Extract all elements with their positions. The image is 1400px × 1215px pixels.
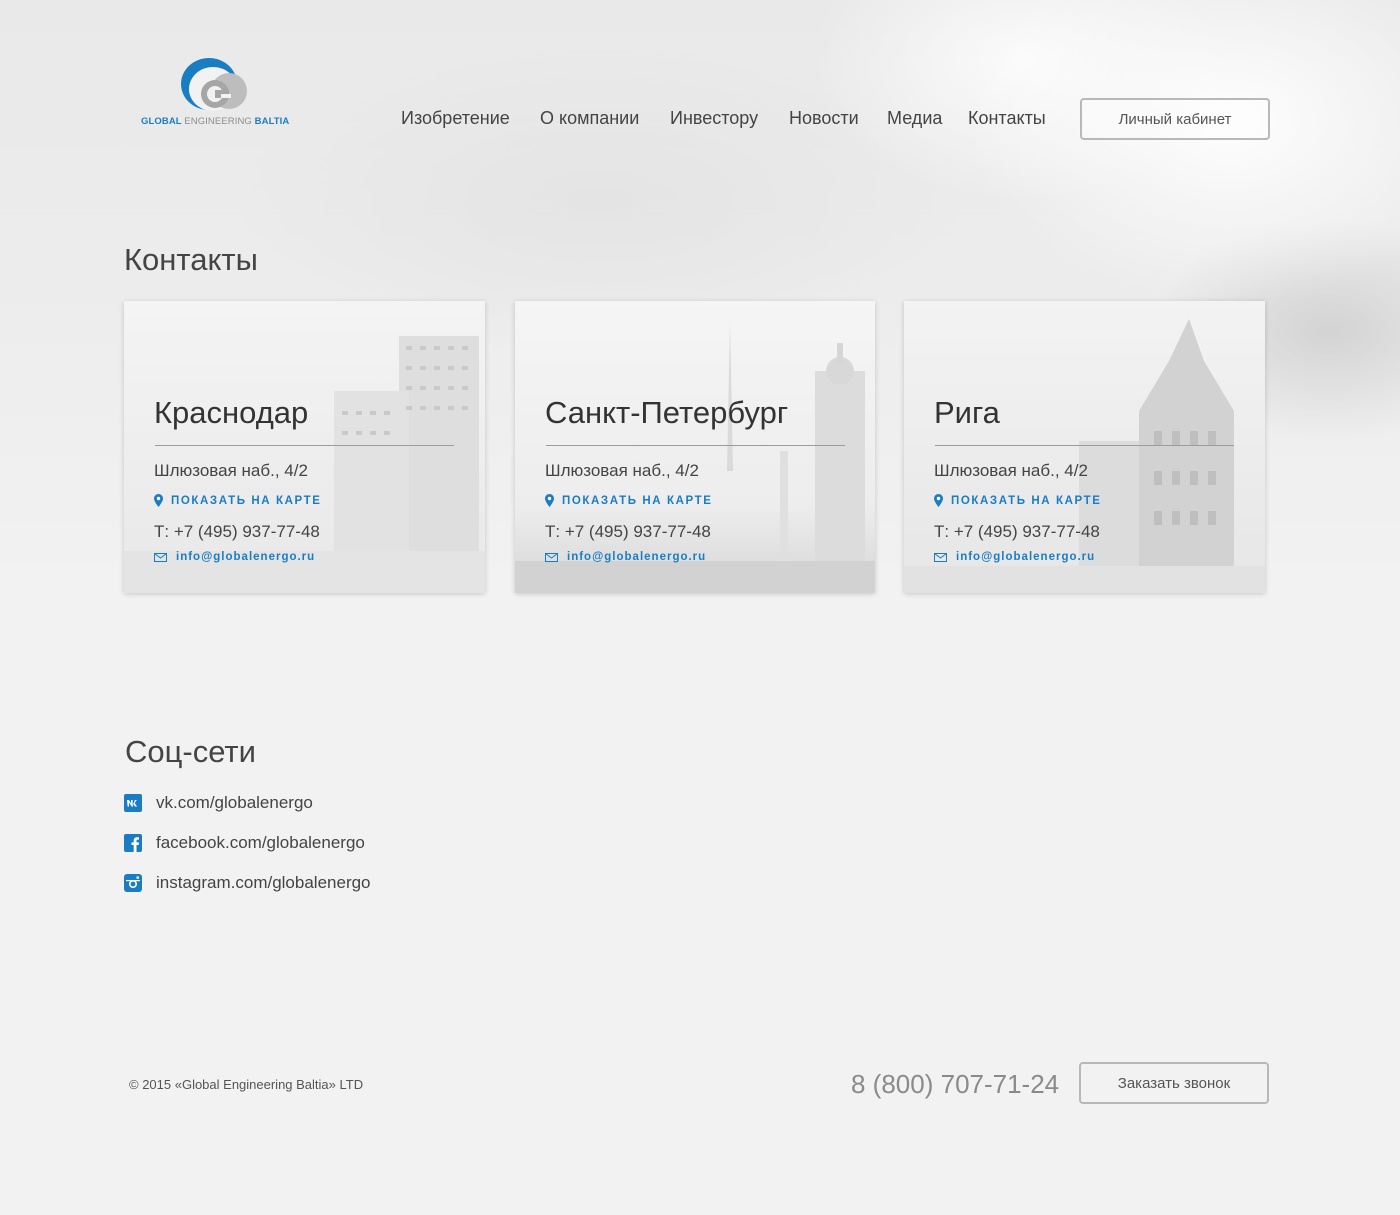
saint-petersburg-image (515, 301, 875, 593)
nav-link-about[interactable]: О компании (540, 108, 639, 129)
krasnodar-image (124, 301, 485, 593)
nav-link-contacts[interactable]: Контакты (968, 108, 1046, 129)
social-link-facebook[interactable]: facebook.com/globalenergo (124, 833, 365, 853)
address: Шлюзовая наб., 4/2 (545, 461, 699, 480)
instagram-icon (124, 874, 142, 892)
riga-image (904, 301, 1265, 593)
contact-card-krasnodar: Краснодар Шлюзовая наб., 4/2 ПОКАЗАТЬ НА… (124, 301, 485, 593)
divider (155, 445, 454, 446)
logo-mark-icon (181, 58, 247, 111)
address: Шлюзовая наб., 4/2 (154, 461, 308, 480)
nav-link-investor[interactable]: Инвестору (670, 108, 758, 129)
divider (546, 445, 845, 446)
show-on-map-link[interactable]: ПОКАЗАТЬ НА КАРТЕ (934, 494, 1102, 507)
map-pin-icon (934, 494, 943, 507)
show-on-map-link[interactable]: ПОКАЗАТЬ НА КАРТЕ (545, 494, 713, 507)
show-on-map-link[interactable]: ПОКАЗАТЬ НА КАРТЕ (154, 494, 322, 507)
copyright: © 2015 «Global Engineering Baltia» LTD (129, 1077, 364, 1092)
company-logo[interactable]: GLOBAL ENGINEERING BALTIA (141, 58, 291, 128)
mail-icon (154, 552, 167, 562)
contact-card-riga: Рига Шлюзовая наб., 4/2 ПОКАЗАТЬ НА КАРТ… (904, 301, 1265, 593)
social-link-instagram[interactable]: instagram.com/globalenergo (124, 873, 371, 893)
contacts-title: Контакты (124, 242, 258, 277)
order-callback-button[interactable]: Заказать звонок (1079, 1062, 1269, 1104)
social-link-vk[interactable]: vk.com/globalenergo (124, 793, 313, 813)
logo-wordmark: GLOBAL ENGINEERING BALTIA (141, 116, 290, 127)
nav-link-media[interactable]: Медиа (887, 108, 942, 129)
nav-link-news[interactable]: Новости (789, 108, 859, 129)
vk-icon (124, 794, 142, 812)
mail-icon (934, 552, 947, 562)
facebook-icon (124, 834, 142, 852)
city-name: Рига (934, 395, 1000, 430)
map-pin-icon (154, 494, 163, 507)
contact-card-saint-petersburg: Санкт-Петербург Шлюзовая наб., 4/2 ПОКАЗ… (515, 301, 875, 593)
personal-cabinet-button[interactable]: Личный кабинет (1080, 98, 1270, 140)
email-link[interactable]: info@globalenergo.ru (154, 551, 315, 563)
phone: Т: +7 (495) 937-77-48 (545, 522, 711, 541)
email-link[interactable]: info@globalenergo.ru (545, 551, 706, 563)
phone: Т: +7 (495) 937-77-48 (934, 522, 1100, 541)
nav-link-invention[interactable]: Изобретение (401, 108, 510, 129)
map-pin-icon (545, 494, 554, 507)
divider (935, 445, 1234, 446)
address: Шлюзовая наб., 4/2 (934, 461, 1088, 480)
phone: Т: +7 (495) 937-77-48 (154, 522, 320, 541)
city-name: Краснодар (154, 395, 309, 430)
social-title: Соц-сети (125, 734, 256, 769)
email-link[interactable]: info@globalenergo.ru (934, 551, 1095, 563)
footer-phone[interactable]: 8 (800) 707-71-24 (851, 1069, 1059, 1100)
mail-icon (545, 552, 558, 562)
city-name: Санкт-Петербург (545, 395, 789, 430)
